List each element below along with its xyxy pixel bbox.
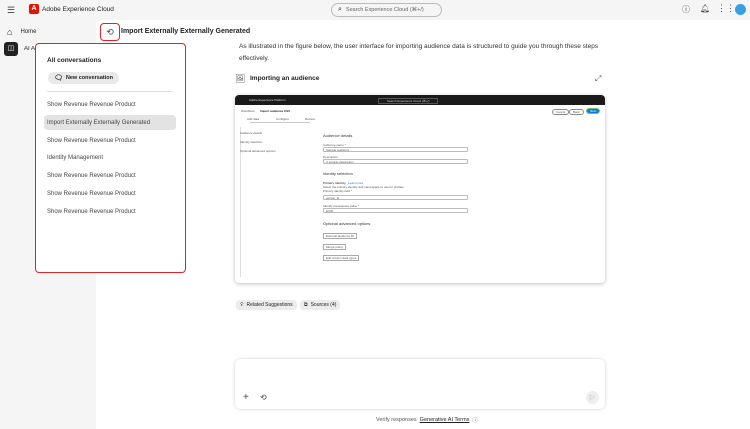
page-title: Import Externally Externally Generated: [121, 28, 251, 35]
divider: [47, 91, 173, 92]
mini-step: Add data: [247, 117, 260, 121]
info-icon[interactable]: ⓘ: [472, 416, 478, 424]
conversation-history-icon: ⟲: [106, 26, 114, 37]
mini-cancel: Cancel: [552, 109, 570, 115]
mini-label: Primary identity field *: [323, 189, 353, 193]
conversation-item[interactable]: Show Revenue Revenue Product: [47, 102, 136, 108]
mini-select: person_id: [323, 195, 468, 200]
bell-icon[interactable]: 🔔︎: [700, 4, 710, 13]
conversation-item[interactable]: Show Revenue Revenue Product: [47, 173, 136, 179]
image-icon: 🖼︎: [235, 74, 246, 83]
menu-icon[interactable]: ☰: [7, 5, 15, 16]
copy-icon: ⧉: [304, 302, 308, 308]
mini-step: Configure: [276, 117, 290, 121]
adobe-logo-icon: A: [29, 4, 39, 14]
conversation-item[interactable]: Show Revenue Revenue Product: [47, 191, 136, 197]
lightbulb-icon: 💡︎: [240, 302, 244, 308]
sources-button[interactable]: ⧉ Sources (4): [300, 300, 341, 310]
search-icon: ⌕: [338, 6, 342, 13]
mini-breadcrumb-page: Import audience CSV: [260, 109, 291, 113]
mini-option-button: External audience ID: [323, 233, 357, 239]
conversation-settings-icon[interactable]: ⟲: [260, 393, 267, 402]
assistant-message: As illustrated in the figure below, the …: [239, 43, 599, 62]
avatar[interactable]: [735, 4, 746, 15]
mini-heading: Optional advanced options: [323, 221, 371, 226]
mini-app-name: Adobe Experience Platform: [249, 98, 286, 102]
conversation-item-selected[interactable]: Import Externally Externally Generated: [47, 120, 150, 126]
sidebar-item-label: Home: [20, 29, 37, 35]
search-input[interactable]: ⌕ Search Experience Cloud (⌘+/): [331, 3, 442, 17]
conversation-item[interactable]: Show Revenue Revenue Product: [47, 209, 136, 215]
top-bar: ☰ A Adobe Experience Cloud ⌕ Search Expe…: [0, 0, 750, 20]
mini-input: ECID: [323, 208, 468, 213]
ai-assistant-icon: ◫: [4, 42, 18, 56]
send-button[interactable]: ▷: [586, 391, 599, 404]
figure-title: Importing an audience: [250, 75, 320, 82]
chat-input[interactable]: + ⟲ ▷: [235, 359, 605, 409]
mini-heading: Identity selection: [323, 171, 353, 176]
mini-breadcrumb-root: Workflows: [241, 109, 255, 113]
mini-back: Back: [569, 109, 584, 115]
app-name: Adobe Experience Cloud: [42, 6, 114, 13]
chip-label: Related Suggestions: [246, 302, 293, 308]
mini-nav: Identity selection: [240, 140, 263, 144]
apps-grid-icon[interactable]: ⋮⋮: [717, 3, 735, 14]
footer: Verify responses Generative AI Terms ⓘ: [376, 416, 478, 424]
verify-text: Verify responses: [376, 417, 417, 423]
help-icon[interactable]: ⓘ: [682, 4, 690, 15]
conversation-item[interactable]: Identity Management: [47, 155, 103, 161]
new-conversation-button[interactable]: 🗨︎ New conversation: [48, 72, 119, 84]
terms-link[interactable]: Generative AI Terms: [420, 417, 470, 423]
conversations-toggle-button[interactable]: ⟲: [100, 23, 120, 41]
home-icon: ⌂: [7, 27, 13, 37]
mini-step: Review: [305, 117, 315, 121]
mini-search: Search Experience Cloud (⌘+/): [378, 98, 439, 104]
mini-nav: Optional advanced options: [240, 149, 276, 153]
mini-input: A sample description: [323, 159, 468, 164]
new-chat-icon: 🗨︎: [54, 75, 63, 82]
conversation-item[interactable]: Show Revenue Revenue Product: [47, 138, 136, 144]
mini-heading: Audience details: [323, 133, 353, 138]
panel-title: All conversations: [47, 57, 102, 64]
plus-icon[interactable]: +: [243, 392, 249, 403]
mini-next: Next: [585, 108, 601, 114]
mini-nav: Audience details: [240, 131, 263, 135]
figure-screenshot: Adobe Experience Platform Search Experie…: [235, 95, 605, 283]
search-placeholder: Search Experience Cloud (⌘+/): [345, 7, 424, 13]
expand-icon[interactable]: ⤢: [595, 74, 601, 84]
sidebar-item-ai-assistant[interactable]: ◫ AI Assistant: [4, 42, 36, 56]
mini-option-button: Edit column data types: [323, 255, 360, 261]
button-label: New conversation: [65, 75, 113, 81]
mini-option-button: Merge policy: [323, 244, 347, 250]
sidebar-item-home[interactable]: ⌂ Home: [7, 27, 36, 37]
mini-input: Sample Audience: [323, 147, 468, 152]
chip-label: Sources (4): [310, 302, 337, 308]
related-suggestions-button[interactable]: 💡︎ Related Suggestions: [236, 300, 297, 310]
